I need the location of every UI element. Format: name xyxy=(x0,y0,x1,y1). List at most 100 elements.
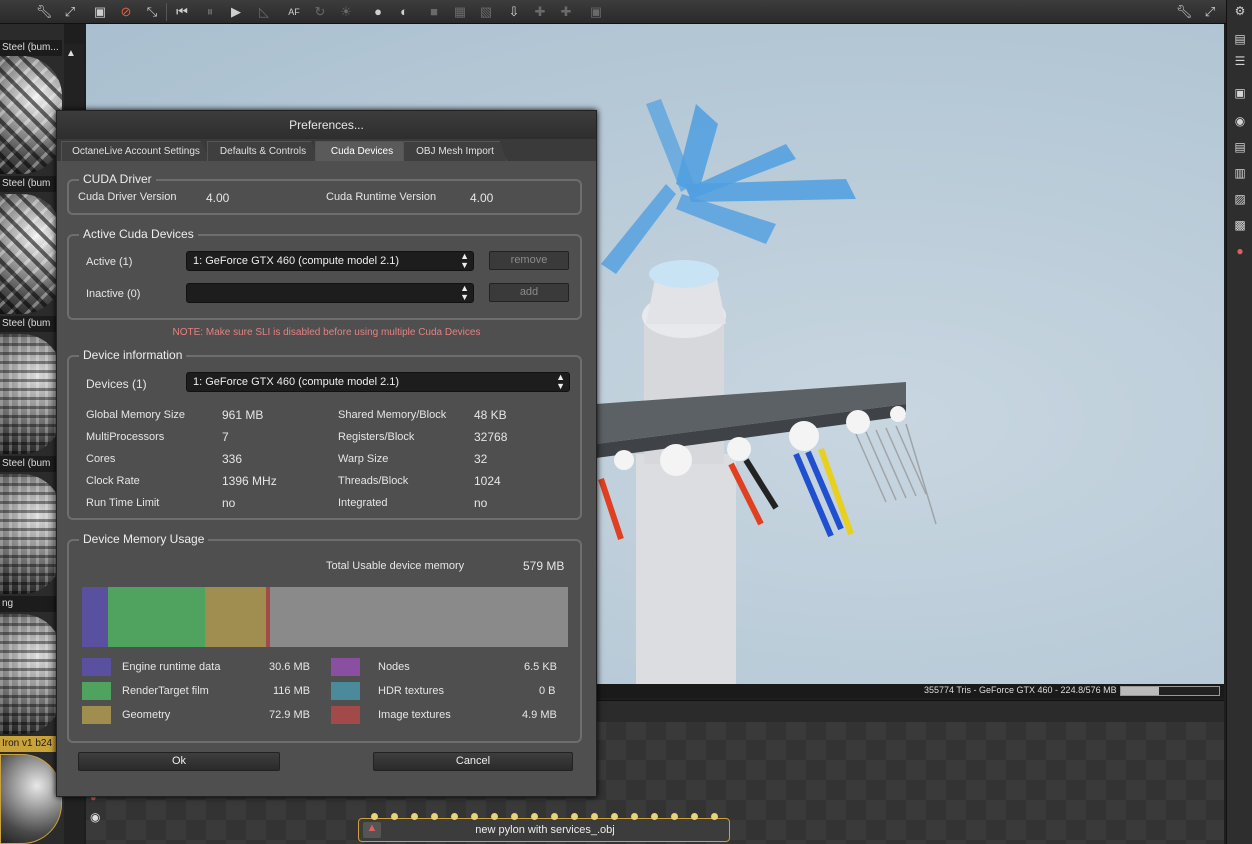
cancel-button[interactable]: Cancel xyxy=(373,752,573,771)
info-label: Integrated xyxy=(338,497,388,509)
mesh-node[interactable]: ▲ new pylon with services_.obj xyxy=(358,813,730,842)
node-icon[interactable]: ▩ xyxy=(1231,216,1249,234)
devices-select[interactable]: 1: GeForce GTX 460 (compute model 2.1) ▲… xyxy=(186,372,570,392)
resize-icon[interactable]: ⤡ xyxy=(142,2,162,22)
list-icon[interactable]: ☰ xyxy=(1231,52,1249,70)
material-icon[interactable]: ● xyxy=(1231,242,1249,260)
layers-icon[interactable]: ▧ xyxy=(476,2,496,22)
node-pin[interactable] xyxy=(431,813,438,820)
autofocus-icon[interactable]: AF xyxy=(284,2,304,22)
expand-icon[interactable]: ⤢ xyxy=(1200,2,1220,22)
lock-icon[interactable]: ▣ xyxy=(586,2,606,22)
material-thumbnail[interactable] xyxy=(0,56,62,174)
sli-note: NOTE: Make sure SLI is disabled before u… xyxy=(172,327,481,338)
node-pin[interactable] xyxy=(451,813,458,820)
info-label: Run Time Limit xyxy=(86,497,160,509)
pick-icon[interactable]: ✚ xyxy=(530,2,550,22)
rotate-icon[interactable]: ↻ xyxy=(310,2,330,22)
play-icon[interactable]: ▶ xyxy=(226,2,246,22)
render-progress-bar xyxy=(1120,686,1220,696)
info-label: MultiProcessors xyxy=(86,431,165,443)
node-pin[interactable] xyxy=(631,813,638,820)
texture-node-icon[interactable]: ◉ xyxy=(90,810,108,824)
fullscreen-icon[interactable]: ⤢ xyxy=(60,2,80,22)
image-icon[interactable]: ▣ xyxy=(1231,84,1249,102)
node-pin[interactable] xyxy=(491,813,498,820)
node-pin[interactable] xyxy=(411,813,418,820)
material-thumbnail[interactable] xyxy=(0,334,62,454)
legend-swatch-nodes xyxy=(331,658,360,676)
camera-settings-icon[interactable]: ⚙ xyxy=(1231,2,1249,20)
material-thumbnail[interactable] xyxy=(0,474,62,594)
node-pin[interactable] xyxy=(611,813,618,820)
info-value: 961 MB xyxy=(222,408,264,422)
restart-icon[interactable]: ⏮ xyxy=(172,2,192,22)
node-pin[interactable] xyxy=(471,813,478,820)
node-pin[interactable] xyxy=(551,813,558,820)
material-label-selected: Iron v1 b24 xyxy=(0,736,62,752)
inactive-devices-select[interactable]: ▲ ▼ xyxy=(186,283,474,303)
legend-swatch-image xyxy=(331,706,360,724)
info-value: 32768 xyxy=(474,430,508,444)
ok-button[interactable]: Ok xyxy=(78,752,280,771)
info-value: 7 xyxy=(222,430,229,444)
cuda-runtime-version-label: Cuda Runtime Version xyxy=(326,191,437,203)
picture-icon[interactable]: ▨ xyxy=(1231,190,1249,208)
material-thumbnail-selected[interactable] xyxy=(0,754,62,844)
info-label: Shared Memory/Block xyxy=(338,409,447,421)
settings-wrench-icon[interactable]: 🔧︎ xyxy=(1174,2,1194,22)
cuda-driver-title: CUDA Driver xyxy=(79,172,156,186)
material-thumbnail[interactable] xyxy=(0,194,62,314)
wrench-icon[interactable]: 🔧︎ xyxy=(34,2,54,22)
updown-arrow-icon: ▲ ▼ xyxy=(460,283,469,302)
node-pin[interactable] xyxy=(511,813,518,820)
node-pin[interactable] xyxy=(711,813,718,820)
tab-octanelive-account[interactable]: OctaneLive Account Settings xyxy=(61,141,211,161)
memory-segment-rendertarget xyxy=(108,587,205,647)
camera-icon[interactable]: ◉ xyxy=(1231,112,1249,130)
info-value: 32 xyxy=(474,452,488,466)
panel-icon[interactable]: ▤ xyxy=(1231,138,1249,156)
node-pin[interactable] xyxy=(691,813,698,820)
node-pin[interactable] xyxy=(671,813,678,820)
grid-icon[interactable]: ▦ xyxy=(450,2,470,22)
add-device-button[interactable]: add xyxy=(489,283,569,302)
active-cuda-devices-title: Active Cuda Devices xyxy=(79,227,198,241)
ruler-icon[interactable]: ◺ xyxy=(254,2,274,22)
node-pin[interactable] xyxy=(371,813,378,820)
cuda-runtime-version-value: 4.00 xyxy=(470,191,494,205)
devices-value: 1: GeForce GTX 460 (compute model 2.1) xyxy=(193,376,400,388)
material-label: Steel (bum xyxy=(0,456,62,472)
info-label: Threads/Block xyxy=(338,475,409,487)
legend-value: 6.5 KB xyxy=(524,661,558,673)
legend-swatch-hdr xyxy=(331,682,360,700)
stop-render-icon[interactable]: ⊘ xyxy=(116,2,136,22)
material-label: Steel (bum xyxy=(0,176,62,192)
node-pin[interactable] xyxy=(571,813,578,820)
active-devices-select[interactable]: 1: GeForce GTX 460 (compute model 2.1) ▲… xyxy=(186,251,474,271)
tab-obj-mesh-import[interactable]: OBJ Mesh Import xyxy=(403,141,507,161)
scroll-up-icon[interactable]: ▲ xyxy=(66,48,76,59)
light-icon[interactable]: ☀ xyxy=(336,2,356,22)
pick-alt-icon[interactable]: ✚ xyxy=(556,2,576,22)
layers-panel-icon[interactable]: ▥ xyxy=(1231,164,1249,182)
save-render-icon[interactable]: ▣ xyxy=(90,2,110,22)
window-icon[interactable]: ▤ xyxy=(1231,30,1249,48)
tab-bar: OctaneLive Account Settings Defaults & C… xyxy=(57,139,596,161)
node-pin[interactable] xyxy=(651,813,658,820)
node-pin[interactable] xyxy=(391,813,398,820)
tab-cuda-devices[interactable]: Cuda Devices xyxy=(315,141,409,161)
globe-icon[interactable]: ● xyxy=(368,2,388,22)
legend-label: Engine runtime data xyxy=(122,661,221,673)
remove-device-button[interactable]: remove xyxy=(489,251,569,270)
total-memory-value: 579 MB xyxy=(523,559,565,573)
import-icon[interactable]: ⇩ xyxy=(504,2,524,22)
node-pin[interactable] xyxy=(591,813,598,820)
square-icon[interactable]: ■ xyxy=(424,2,444,22)
material-thumbnail[interactable] xyxy=(0,614,62,734)
globe-alt-icon[interactable]: ◐ xyxy=(394,2,414,22)
legend-value: 4.9 MB xyxy=(522,709,557,721)
node-pin[interactable] xyxy=(531,813,538,820)
pause-icon[interactable]: ⏸ xyxy=(200,2,220,22)
tab-defaults-controls[interactable]: Defaults & Controls xyxy=(207,141,319,161)
